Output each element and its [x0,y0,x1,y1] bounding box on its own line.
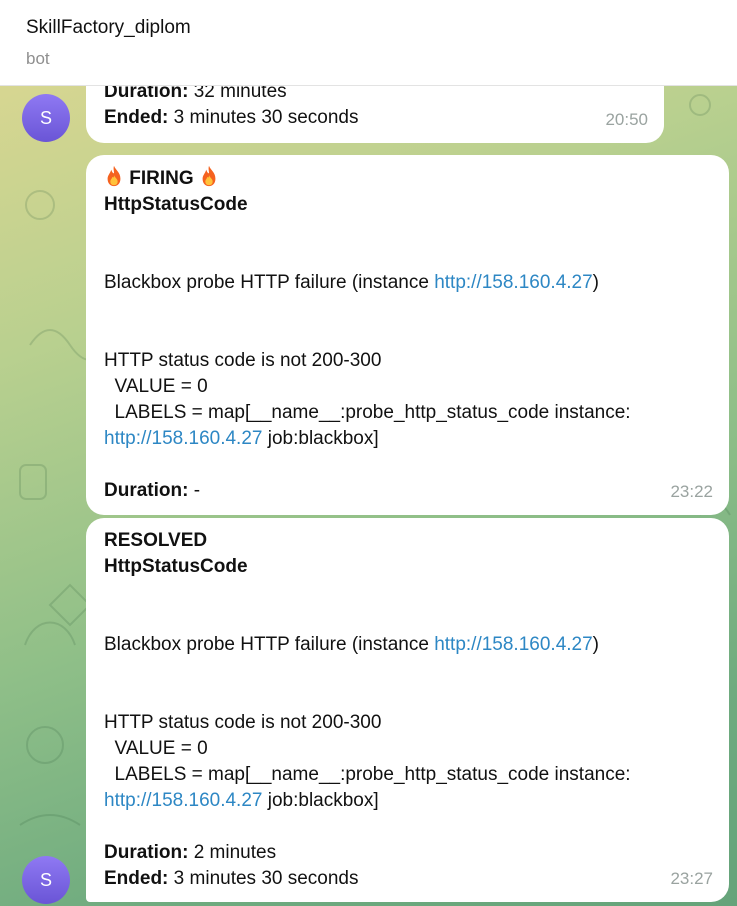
message-line: Duration: - [104,478,729,504]
summary-prefix: Blackbox probe HTTP failure (instance [104,272,435,293]
message-bubble[interactable]: FIRING HttpStatusCode Blackbox probe HTT… [86,155,729,515]
alert-labels-cont: http://158.160.4.27 job:blackbox] [104,788,729,814]
chat-subtitle: bot [26,49,50,68]
alert-value: VALUE = 0 [104,738,208,759]
instance-link[interactable]: http://158.160.4.27 [104,428,262,449]
chat-title[interactable]: SkillFactory_diplom [26,17,191,39]
message-line: FIRING [104,165,729,192]
message-line: Duration: 2 minutes [104,840,729,866]
instance-link[interactable]: http://158.160.4.27 [434,634,592,655]
ended-label: Ended: [104,107,169,128]
avatar[interactable]: S [22,856,70,904]
message-time: 23:22 [670,482,713,501]
summary-suffix: ) [592,272,599,293]
labels-suffix: job:blackbox] [262,428,379,449]
chat-header[interactable]: SkillFactory_diplom bot [0,0,737,86]
duration-label: Duration: [104,842,189,863]
message-list[interactable]: S Duration: 32 minutes Ended: 3 minutes … [0,85,737,906]
ended-value: 3 minutes 30 seconds [168,868,359,889]
labels-suffix: job:blackbox] [262,790,379,811]
avatar-letter: S [39,869,52,890]
alert-description: HTTP status code is not 200-300 [104,350,382,371]
avatar[interactable]: S [22,94,70,142]
message-line: Duration: 32 minutes [104,85,664,105]
duration-value: - [188,480,201,501]
alert-description: HTTP status code is not 200-300 [104,712,382,733]
duration-value: 32 minutes [188,85,287,102]
ended-label: Ended: [104,868,169,889]
alert-labels: LABELS = map[__name__:probe_http_status_… [104,402,631,423]
alert-status: FIRING [129,168,194,189]
instance-link[interactable]: http://158.160.4.27 [434,272,592,293]
message-bubble[interactable]: Duration: 32 minutes Ended: 3 minutes 30… [86,85,664,143]
message-time: 20:50 [605,110,648,129]
message-line: Ended: 3 minutes 30 seconds [104,105,664,131]
alert-labels-cont: http://158.160.4.27 job:blackbox] [104,426,729,452]
message-line: Ended: 3 minutes 30 seconds [104,866,729,892]
fire-icon [107,165,121,187]
alert-summary: Blackbox probe HTTP failure (instance ht… [104,632,729,658]
alert-name: HttpStatusCode [104,556,248,577]
duration-label: Duration: [104,85,189,102]
alert-labels: LABELS = map[__name__:probe_http_status_… [104,764,631,785]
alert-status: RESOLVED [104,530,208,551]
duration-label: Duration: [104,480,189,501]
duration-value: 2 minutes [188,842,277,863]
fire-icon [202,165,216,187]
summary-prefix: Blackbox probe HTTP failure (instance [104,634,435,655]
message-time: 23:27 [670,869,713,888]
message-bubble[interactable]: RESOLVED HttpStatusCode Blackbox probe H… [86,518,729,902]
ended-value: 3 minutes 30 seconds [168,107,359,128]
alert-value: VALUE = 0 [104,376,208,397]
instance-link[interactable]: http://158.160.4.27 [104,790,262,811]
alert-summary: Blackbox probe HTTP failure (instance ht… [104,270,729,296]
alert-name: HttpStatusCode [104,194,248,215]
summary-suffix: ) [592,634,599,655]
avatar-letter: S [39,107,52,128]
